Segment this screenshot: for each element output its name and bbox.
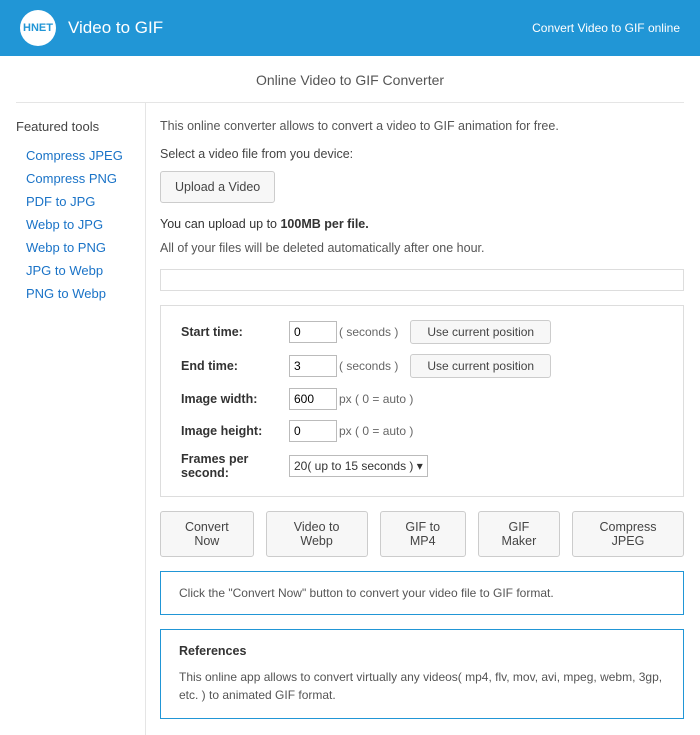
end-current-position-button[interactable]: Use current position xyxy=(410,354,551,378)
main-content: This online converter allows to convert … xyxy=(146,103,684,735)
preview-box xyxy=(160,269,684,291)
sidebar-link[interactable]: JPG to Webp xyxy=(26,263,103,278)
row-image-height: Image height: px ( 0 = auto ) xyxy=(181,420,663,442)
gif-maker-button[interactable]: GIF Maker xyxy=(478,511,560,557)
sidebar-link[interactable]: PDF to JPG xyxy=(26,194,95,209)
intro-text: This online converter allows to convert … xyxy=(160,119,684,133)
sidebar-link[interactable]: Webp to PNG xyxy=(26,240,106,255)
end-time-unit: ( seconds ) xyxy=(339,359,398,373)
fps-select[interactable]: 20( up to 15 seconds ) ▾ xyxy=(289,455,428,477)
limit-bold: 100MB per file. xyxy=(280,217,368,231)
image-width-input[interactable] xyxy=(289,388,337,410)
row-image-width: Image width: px ( 0 = auto ) xyxy=(181,388,663,410)
image-height-label: Image height: xyxy=(181,424,289,438)
references-box: References This online app allows to con… xyxy=(160,629,684,719)
sidebar-item-webp-to-png: Webp to PNG xyxy=(16,236,145,259)
convert-now-button[interactable]: Convert Now xyxy=(160,511,254,557)
end-time-input[interactable] xyxy=(289,355,337,377)
start-time-unit: ( seconds ) xyxy=(339,325,398,339)
app-title: Video to GIF xyxy=(68,18,163,38)
sidebar-item-compress-jpeg: Compress JPEG xyxy=(16,144,145,167)
image-height-unit: px ( 0 = auto ) xyxy=(339,424,413,438)
row-fps: Frames per second: 20( up to 15 seconds … xyxy=(181,452,663,480)
fps-label: Frames per second: xyxy=(181,452,289,480)
start-time-label: Start time: xyxy=(181,325,289,339)
sidebar-link[interactable]: Compress JPEG xyxy=(26,148,123,163)
references-text: This online app allows to convert virtua… xyxy=(179,668,665,704)
sidebar-link[interactable]: PNG to Webp xyxy=(26,286,106,301)
sidebar-item-pdf-to-jpg: PDF to JPG xyxy=(16,190,145,213)
references-title: References xyxy=(179,644,665,658)
logo-text: HNET xyxy=(23,22,53,34)
start-time-input[interactable] xyxy=(289,321,337,343)
sidebar-link[interactable]: Compress PNG xyxy=(26,171,117,186)
page-title: Online Video to GIF Converter xyxy=(16,56,684,103)
hint-box: Click the "Convert Now" button to conver… xyxy=(160,571,684,615)
select-file-label: Select a video file from you device: xyxy=(160,147,684,161)
delete-note: All of your files will be deleted automa… xyxy=(160,241,684,255)
upload-limit: You can upload up to 100MB per file. xyxy=(160,217,684,231)
sidebar-item-compress-png: Compress PNG xyxy=(16,167,145,190)
convert-video-gif-link[interactable]: Convert Video to GIF online xyxy=(532,21,680,35)
sidebar-item-webp-to-jpg: Webp to JPG xyxy=(16,213,145,236)
end-time-label: End time: xyxy=(181,359,289,373)
settings-box: Start time: ( seconds ) Use current posi… xyxy=(160,305,684,497)
header: HNET Video to GIF Convert Video to GIF o… xyxy=(0,0,700,56)
sidebar-list: Compress JPEG Compress PNG PDF to JPG We… xyxy=(16,144,145,305)
image-width-unit: px ( 0 = auto ) xyxy=(339,392,413,406)
video-to-webp-button[interactable]: Video to Webp xyxy=(266,511,368,557)
body: Featured tools Compress JPEG Compress PN… xyxy=(0,103,700,735)
image-width-label: Image width: xyxy=(181,392,289,406)
compress-jpeg-button[interactable]: Compress JPEG xyxy=(572,511,684,557)
limit-prefix: You can upload up to xyxy=(160,217,280,231)
header-left: HNET Video to GIF xyxy=(20,10,163,46)
action-row: Convert Now Video to Webp GIF to MP4 GIF… xyxy=(160,511,684,557)
row-start-time: Start time: ( seconds ) Use current posi… xyxy=(181,320,663,344)
sidebar-link[interactable]: Webp to JPG xyxy=(26,217,103,232)
image-height-input[interactable] xyxy=(289,420,337,442)
start-current-position-button[interactable]: Use current position xyxy=(410,320,551,344)
upload-video-button[interactable]: Upload a Video xyxy=(160,171,275,203)
row-end-time: End time: ( seconds ) Use current positi… xyxy=(181,354,663,378)
sidebar-item-png-to-webp: PNG to Webp xyxy=(16,282,145,305)
fps-selected: 20( up to 15 seconds ) ▾ xyxy=(294,459,423,473)
sidebar-heading: Featured tools xyxy=(16,119,145,134)
sidebar: Featured tools Compress JPEG Compress PN… xyxy=(16,103,146,735)
gif-to-mp4-button[interactable]: GIF to MP4 xyxy=(380,511,466,557)
sidebar-item-jpg-to-webp: JPG to Webp xyxy=(16,259,145,282)
logo-icon[interactable]: HNET xyxy=(20,10,56,46)
hint-text: Click the "Convert Now" button to conver… xyxy=(179,586,554,600)
